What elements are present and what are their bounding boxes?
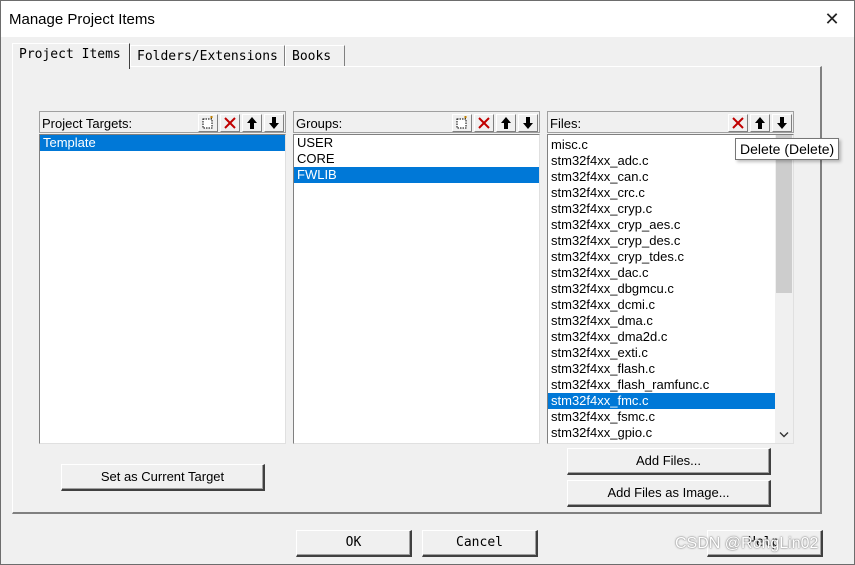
file-item[interactable]: stm32f4xx_fmc.c [548, 393, 775, 409]
arrow-up-icon [501, 117, 511, 129]
new-item-icon [202, 116, 213, 129]
tab-books[interactable]: Books [285, 45, 345, 67]
delete-file-button[interactable] [728, 114, 748, 132]
title-bar: Manage Project Items ✕ [1, 1, 854, 37]
file-item[interactable]: stm32f4xx_gpio.c [548, 425, 775, 441]
add-files-as-image-button[interactable]: Add Files as Image... [567, 480, 771, 507]
file-item[interactable]: stm32f4xx_can.c [548, 169, 775, 185]
delete-icon [478, 117, 490, 129]
move-group-down-button[interactable] [518, 114, 538, 132]
chevron-down-icon [779, 431, 789, 437]
files-list[interactable]: misc.c stm32f4xx_adc.c stm32f4xx_can.c stm3… [547, 134, 794, 444]
groups-label: Groups: [296, 116, 343, 131]
file-item[interactable]: stm32f4xx_dbgmcu.c [548, 281, 775, 297]
file-item[interactable]: stm32f4xx_dma2d.c [548, 329, 775, 345]
targets-label: Project Targets: [42, 116, 133, 131]
tab-project-items[interactable]: Project Items [12, 43, 130, 69]
files-scrollbar[interactable] [775, 135, 793, 443]
target-item[interactable]: Template [40, 135, 285, 151]
cancel-button[interactable]: Cancel [422, 530, 538, 557]
delete-target-button[interactable] [220, 114, 240, 132]
move-target-up-button[interactable] [242, 114, 262, 132]
move-target-down-button[interactable] [264, 114, 284, 132]
move-file-up-button[interactable] [750, 114, 770, 132]
arrow-down-icon [269, 117, 279, 129]
file-item[interactable]: stm32f4xx_cryp_des.c [548, 233, 775, 249]
set-current-target-button[interactable]: Set as Current Target [61, 464, 265, 491]
new-group-button[interactable] [452, 114, 472, 132]
dialog-title: Manage Project Items [9, 11, 155, 28]
files-items: misc.c stm32f4xx_adc.c stm32f4xx_can.c stm3… [548, 137, 775, 441]
arrow-down-icon [777, 117, 787, 129]
new-target-button[interactable] [198, 114, 218, 132]
groups-list[interactable]: USER CORE FWLIB [293, 134, 540, 444]
arrow-up-icon [247, 117, 257, 129]
groups-header: Groups: [293, 111, 540, 133]
file-item[interactable]: stm32f4xx_cryp_tdes.c [548, 249, 775, 265]
delete-icon [732, 117, 744, 129]
files-header: Files: [547, 111, 794, 133]
file-item[interactable]: stm32f4xx_crc.c [548, 185, 775, 201]
file-item[interactable]: stm32f4xx_dcmi.c [548, 297, 775, 313]
file-item[interactable]: stm32f4xx_flash_ramfunc.c [548, 377, 775, 393]
file-item[interactable]: stm32f4xx_cryp.c [548, 201, 775, 217]
targets-header: Project Targets: [39, 111, 286, 133]
group-item[interactable]: FWLIB [294, 167, 539, 183]
file-item[interactable]: stm32f4xx_fsmc.c [548, 409, 775, 425]
file-item[interactable]: stm32f4xx_dma.c [548, 313, 775, 329]
file-item[interactable]: stm32f4xx_exti.c [548, 345, 775, 361]
arrow-up-icon [755, 117, 765, 129]
tab-folders-extensions[interactable]: Folders/Extensions [130, 45, 285, 67]
delete-icon [224, 117, 236, 129]
delete-tooltip: Delete (Delete) [735, 138, 840, 160]
file-item[interactable]: stm32f4xx_cryp_aes.c [548, 217, 775, 233]
add-files-button[interactable]: Add Files... [567, 448, 771, 475]
file-item[interactable]: stm32f4xx_flash.c [548, 361, 775, 377]
group-item[interactable]: USER [294, 135, 539, 151]
file-item[interactable]: stm32f4xx_dac.c [548, 265, 775, 281]
csdn-watermark: CSDN @RongLin02 [675, 535, 819, 552]
scroll-down-button[interactable] [775, 426, 793, 443]
group-item[interactable]: CORE [294, 151, 539, 167]
targets-list[interactable]: Template [39, 134, 286, 444]
delete-group-button[interactable] [474, 114, 494, 132]
manage-project-items-dialog: Manage Project Items ✕ Project Items Fol… [0, 0, 855, 565]
move-group-up-button[interactable] [496, 114, 516, 132]
files-label: Files: [550, 116, 582, 131]
close-icon[interactable]: ✕ [822, 9, 842, 29]
arrow-down-icon [523, 117, 533, 129]
ok-button[interactable]: OK [296, 530, 412, 557]
move-file-down-button[interactable] [772, 114, 792, 132]
new-item-icon [456, 116, 467, 129]
